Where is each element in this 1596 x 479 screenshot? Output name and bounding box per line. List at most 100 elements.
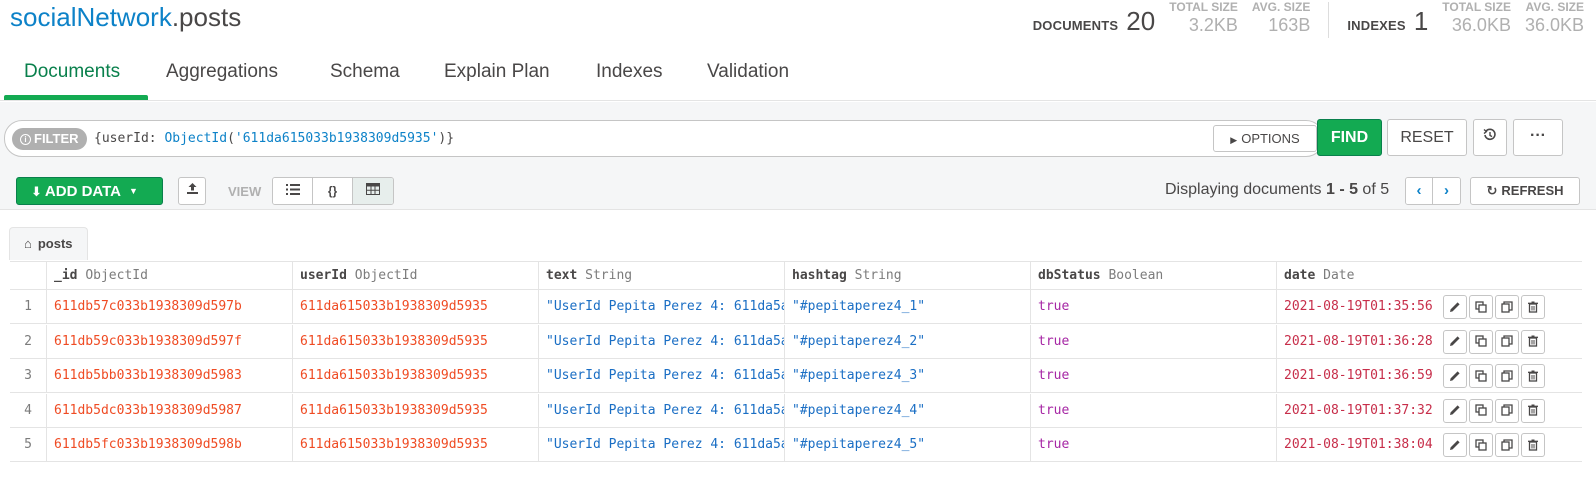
add-data-button[interactable]: ⬇ ADD DATA ▼ xyxy=(16,177,163,205)
cell-hashtag[interactable]: "#pepitaperez4_3" xyxy=(785,359,1031,392)
more-options-button[interactable]: ··· xyxy=(1513,119,1563,156)
index-avg-size-value: 36.0KB xyxy=(1524,15,1584,35)
copy-document-button[interactable] xyxy=(1469,433,1493,457)
cell-id[interactable]: 611db59c033b1938309d597f xyxy=(47,324,293,358)
cell-userid[interactable]: 611da615033b1938309d5935 xyxy=(293,290,539,323)
filter-input[interactable]: i FILTER {userId: ObjectId('611da615033b1… xyxy=(4,120,1324,157)
tab-documents[interactable]: Documents xyxy=(24,61,120,83)
table-view-button[interactable] xyxy=(353,178,393,204)
cell-text[interactable]: "UserId Pepita Perez 4: 611da5a xyxy=(539,290,785,323)
delete-document-button[interactable] xyxy=(1521,295,1545,319)
cell-text[interactable]: "UserId Pepita Perez 4: 611da5a xyxy=(539,393,785,427)
clone-document-button[interactable] xyxy=(1495,433,1519,457)
cell-dbstatus[interactable]: true xyxy=(1031,290,1277,323)
copy-document-button[interactable] xyxy=(1469,329,1493,354)
edit-document-button[interactable] xyxy=(1443,364,1467,388)
clone-document-button[interactable] xyxy=(1495,295,1519,319)
cell-userid[interactable]: 611da615033b1938309d5935 xyxy=(293,359,539,392)
previous-page-button[interactable]: ‹ xyxy=(1406,178,1433,204)
cell-hashtag[interactable]: "#pepitaperez4_2" xyxy=(785,324,1031,358)
reset-button[interactable]: RESET xyxy=(1387,119,1467,156)
list-icon xyxy=(285,184,300,195)
tab-indexes[interactable]: Indexes xyxy=(596,61,663,83)
row-actions xyxy=(1434,393,1582,427)
cell-date-value: 2021-08-19T01:38:04. xyxy=(1284,437,1434,452)
delete-document-button[interactable] xyxy=(1521,398,1545,423)
edit-document-button[interactable] xyxy=(1443,329,1467,354)
cell-dbstatus[interactable]: true xyxy=(1031,359,1277,392)
column-header-userid[interactable]: userId ObjectId xyxy=(293,262,539,289)
clone-document-button[interactable] xyxy=(1495,364,1519,388)
documents-label: DOCUMENTS xyxy=(1032,18,1119,33)
column-header-hashtag[interactable]: hashtag String xyxy=(785,262,1031,289)
cell-id-value: 611db5bb033b1938309d5983 xyxy=(54,368,242,383)
edit-document-button[interactable] xyxy=(1443,398,1467,423)
cell-userid[interactable]: 611da615033b1938309d5935 xyxy=(293,393,539,427)
list-view-button[interactable] xyxy=(273,178,313,204)
cell-date[interactable]: 2021-08-19T01:36:59. xyxy=(1277,359,1434,392)
column-header-dbstatus[interactable]: dbStatus Boolean xyxy=(1031,262,1277,289)
tab-explain-plan[interactable]: Explain Plan xyxy=(444,61,550,83)
cell-hashtag[interactable]: "#pepitaperez4_1" xyxy=(785,290,1031,323)
column-header-text[interactable]: text String xyxy=(539,262,785,289)
cell-id[interactable]: 611db5bb033b1938309d5983 xyxy=(47,359,293,392)
copy-document-button[interactable] xyxy=(1469,364,1493,388)
query-history-button[interactable] xyxy=(1473,119,1507,156)
tab-aggregations[interactable]: Aggregations xyxy=(166,61,278,83)
column-header-id[interactable]: _id ObjectId xyxy=(47,262,293,289)
table-row[interactable]: 4 611db5dc033b1938309d5987 611da615033b193… xyxy=(10,393,1582,428)
total-size-value: 3.2KB xyxy=(1188,15,1238,35)
cell-date[interactable]: 2021-08-19T01:35:56. xyxy=(1277,290,1434,323)
cell-id[interactable]: 611db57c033b1938309d597b xyxy=(47,290,293,323)
copy-icon xyxy=(1475,403,1487,418)
cell-text[interactable]: "UserId Pepita Perez 4: 611da5a xyxy=(539,359,785,392)
next-page-button[interactable]: › xyxy=(1433,178,1460,204)
tab-schema[interactable]: Schema xyxy=(330,61,400,83)
clone-document-button[interactable] xyxy=(1495,398,1519,423)
cell-date[interactable]: 2021-08-19T01:36:28. xyxy=(1277,325,1434,358)
copy-icon xyxy=(1475,299,1487,314)
cell-date[interactable]: 2021-08-19T01:37:32. xyxy=(1277,394,1434,427)
cell-userid[interactable]: 611da615033b1938309d5935 xyxy=(293,324,539,358)
json-view-button[interactable]: {} xyxy=(313,178,353,204)
cell-dbstatus[interactable]: true xyxy=(1031,393,1277,427)
delete-document-button[interactable] xyxy=(1521,329,1545,354)
column-header-date[interactable]: date Date xyxy=(1277,262,1582,289)
copy-document-button[interactable] xyxy=(1469,295,1493,319)
cell-text[interactable]: "UserId Pepita Perez 4: 611da5a xyxy=(539,324,785,358)
edit-document-button[interactable] xyxy=(1443,295,1467,319)
pagination-summary: Displaying documents 1 - 5 of 5 xyxy=(1165,181,1389,199)
column-type: Date xyxy=(1323,268,1355,283)
delete-document-button[interactable] xyxy=(1521,433,1545,457)
copy-document-button[interactable] xyxy=(1469,398,1493,423)
import-button[interactable] xyxy=(178,177,206,205)
cell-id[interactable]: 611db5dc033b1938309d5987 xyxy=(47,393,293,427)
table-row[interactable]: 1 611db57c033b1938309d597b 611da615033b193… xyxy=(10,290,1582,324)
clone-document-button[interactable] xyxy=(1495,329,1519,354)
table-row[interactable]: 3 611db5bb033b1938309d5983 611da615033b193… xyxy=(10,359,1582,393)
edit-document-button[interactable] xyxy=(1443,433,1467,457)
breadcrumb[interactable]: ⌂ posts xyxy=(9,227,88,260)
cell-userid[interactable]: 611da615033b1938309d5935 xyxy=(293,428,539,461)
cell-dbstatus[interactable]: true xyxy=(1031,428,1277,461)
cell-id[interactable]: 611db5fc033b1938309d598b xyxy=(47,428,293,461)
table-icon xyxy=(366,183,380,195)
find-button[interactable]: FIND xyxy=(1317,119,1382,156)
database-name[interactable]: socialNetwork xyxy=(10,2,172,32)
cell-userid-value: 611da615033b1938309d5935 xyxy=(300,368,488,383)
filter-query-text[interactable]: {userId: ObjectId('611da615033b1938309d5… xyxy=(94,131,454,146)
refresh-button[interactable]: ↻ REFRESH xyxy=(1470,177,1580,205)
filter-text-function: ObjectId xyxy=(164,131,228,146)
cell-hashtag[interactable]: "#pepitaperez4_4" xyxy=(785,393,1031,427)
options-button[interactable]: ▶ OPTIONS xyxy=(1213,125,1317,152)
cell-userid-value: 611da615033b1938309d5935 xyxy=(300,333,488,349)
cell-hashtag[interactable]: "#pepitaperez4_5" xyxy=(785,428,1031,461)
row-number-value: 5 xyxy=(24,437,32,452)
cell-date[interactable]: 2021-08-19T01:38:04. xyxy=(1277,428,1434,461)
tab-validation[interactable]: Validation xyxy=(707,61,789,83)
cell-dbstatus[interactable]: true xyxy=(1031,324,1277,358)
table-row[interactable]: 2 611db59c033b1938309d597f 611da615033b193… xyxy=(10,324,1582,359)
delete-document-button[interactable] xyxy=(1521,364,1545,388)
table-row[interactable]: 5 611db5fc033b1938309d598b 611da615033b193… xyxy=(10,428,1582,462)
cell-text[interactable]: "UserId Pepita Perez 4: 611da5a xyxy=(539,428,785,461)
